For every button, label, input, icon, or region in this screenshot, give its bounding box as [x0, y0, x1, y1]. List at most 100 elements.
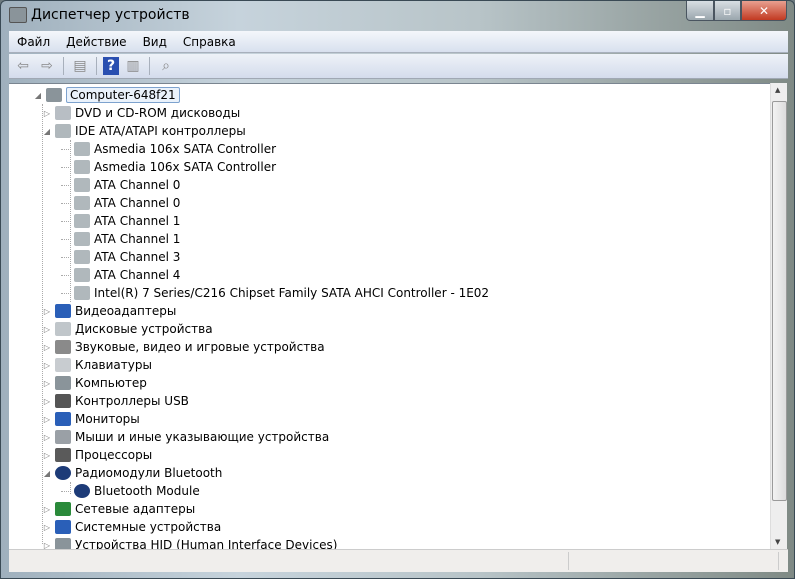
system-devices-icon	[55, 520, 71, 534]
toolbar-separator	[149, 57, 150, 75]
tree-item-label: ATA Channel 0	[94, 196, 181, 210]
speaker-icon	[55, 340, 71, 354]
tree-item-label: DVD и CD-ROM дисководы	[75, 106, 241, 120]
menu-bar: Файл Действие Вид Справка	[9, 31, 788, 53]
collapse-arrow-icon[interactable]: ◢	[42, 127, 52, 136]
tree-item[interactable]: ATA Channel 0	[61, 194, 180, 212]
menu-2[interactable]: Вид	[135, 35, 175, 49]
tree-item-label: IDE ATA/ATAPI контроллеры	[75, 124, 246, 138]
menu-3[interactable]: Справка	[175, 35, 244, 49]
bluetooth-icon	[74, 484, 90, 498]
expand-arrow-icon[interactable]: ▷	[42, 361, 52, 370]
hid-icon	[55, 538, 71, 549]
tree-item[interactable]: ◢ IDE ATA/ATAPI контроллеры	[42, 122, 246, 140]
tree-item[interactable]: ▷ Сетевые адаптеры	[42, 500, 195, 518]
minimize-button[interactable]: ▁	[686, 1, 714, 21]
device-tree: ◢ Computer-648f21 ▷ DVD и CD-ROM дисководы ◢…	[9, 83, 770, 549]
expand-arrow-icon[interactable]: ▷	[42, 505, 52, 514]
maximize-button[interactable]: ▫	[714, 1, 741, 21]
expand-arrow-icon[interactable]: ▷	[42, 109, 52, 118]
disk-drive-icon	[55, 322, 71, 336]
tree-item-label: Процессоры	[75, 448, 153, 462]
device-manager-icon	[9, 7, 27, 23]
show-action-pane-icon[interactable]: ▥	[123, 57, 143, 75]
toolbar: ⇦ ⇨ ▤? ▥ ⌕	[9, 54, 788, 79]
tree-item-label: ATA Channel 1	[94, 232, 181, 246]
tree-line	[42, 104, 43, 544]
processor-icon	[55, 448, 71, 462]
tree-item-label: Мыши и иные указывающие устройства	[75, 430, 330, 444]
collapse-arrow-icon[interactable]: ◢	[33, 91, 43, 100]
tree-item-label: Asmedia 106x SATA Controller	[94, 160, 277, 174]
tree-item[interactable]: ▷ Видеоадаптеры	[42, 302, 176, 320]
tree-item-label: ATA Channel 0	[94, 178, 181, 192]
device-manager-window: Диспетчер устройств ▁ ▫ ✕ Файл Действие Ви…	[0, 0, 795, 579]
tree-item[interactable]: Bluetooth Module	[61, 482, 200, 500]
tree-item[interactable]: ATA Channel 1	[61, 230, 180, 248]
tree-item[interactable]: ▷ Процессоры	[42, 446, 152, 464]
expand-arrow-icon[interactable]: ▷	[42, 433, 52, 442]
expand-arrow-icon[interactable]: ▷	[42, 343, 52, 352]
ide-controller-icon	[74, 142, 90, 156]
tree-item[interactable]: ATA Channel 0	[61, 176, 180, 194]
scroll-down-arrow[interactable]: ▼	[775, 538, 780, 546]
status-pane	[569, 552, 779, 570]
expand-arrow-icon[interactable]: ▷	[42, 307, 52, 316]
expand-arrow-icon[interactable]: ▷	[42, 523, 52, 532]
tree-line	[70, 482, 71, 494]
forward-icon[interactable]: ⇨	[37, 57, 57, 75]
tree-item[interactable]: ▷ Мониторы	[42, 410, 140, 428]
vertical-scrollbar[interactable]: ▲ ▼	[770, 83, 787, 549]
tree-item-label: Клавиатуры	[75, 358, 152, 372]
show-hide-console-tree-icon[interactable]: ▤	[70, 57, 90, 75]
dvd-drive-icon	[55, 106, 71, 120]
tree-item[interactable]: ▷ Звуковые, видео и игровые устройства	[42, 338, 325, 356]
expand-arrow-icon[interactable]: ▷	[42, 415, 52, 424]
close-button[interactable]: ✕	[741, 1, 787, 21]
tree-item[interactable]: ▷ Системные устройства	[42, 518, 221, 536]
tree-item-label: Мониторы	[75, 412, 140, 426]
tree-item[interactable]: ATA Channel 4	[61, 266, 180, 284]
scan-hardware-icon[interactable]: ⌕	[156, 57, 176, 75]
expand-arrow-icon[interactable]: ▷	[42, 451, 52, 460]
display-adapter-icon	[55, 304, 71, 318]
tree-item[interactable]: Intel(R) 7 Series/C216 Chipset Family SA…	[61, 284, 489, 302]
monitor-icon	[55, 412, 71, 426]
collapse-arrow-icon[interactable]: ◢	[42, 469, 52, 478]
expand-arrow-icon[interactable]: ▷	[42, 325, 52, 334]
tree-item-label: Asmedia 106x SATA Controller	[94, 142, 277, 156]
tree-item[interactable]: Asmedia 106x SATA Controller	[61, 158, 276, 176]
tree-item[interactable]: ▷ Мыши и иные указывающие устройства	[42, 428, 329, 446]
tree-item[interactable]: ▷ Устройства HID (Human Interface Devices…	[42, 536, 337, 549]
tree-item[interactable]: ▷ DVD и CD-ROM дисководы	[42, 104, 240, 122]
help-icon[interactable]: ?	[103, 57, 119, 75]
menu-0[interactable]: Файл	[9, 35, 58, 49]
tree-item[interactable]: ▷ Контроллеры USB	[42, 392, 189, 410]
ide-controller-icon	[74, 268, 90, 282]
tree-item[interactable]: ▷ Клавиатуры	[42, 356, 152, 374]
tree-item-label: Intel(R) 7 Series/C216 Chipset Family SA…	[94, 286, 490, 300]
tree-item[interactable]: Asmedia 106x SATA Controller	[61, 140, 276, 158]
tree-item[interactable]: ◢ Computer-648f21	[33, 86, 180, 104]
tree-item[interactable]: ▷ Компьютер	[42, 374, 147, 392]
tree-item[interactable]: ◢ Радиомодули Bluetooth	[42, 464, 222, 482]
ide-controller-icon	[74, 196, 90, 210]
tree-item[interactable]: ATA Channel 1	[61, 212, 180, 230]
tree-item-label: Computer-648f21	[66, 87, 180, 103]
back-icon[interactable]: ⇦	[13, 57, 33, 75]
expand-arrow-icon[interactable]: ▷	[42, 541, 52, 550]
expand-arrow-icon[interactable]: ▷	[42, 397, 52, 406]
tree-item[interactable]: ▷ Дисковые устройства	[42, 320, 213, 338]
menu-1[interactable]: Действие	[58, 35, 134, 49]
tree-item-label: ATA Channel 1	[94, 214, 181, 228]
tree-item-label: Звуковые, видео и игровые устройства	[75, 340, 325, 354]
scrollbar-thumb[interactable]	[772, 101, 787, 501]
tree-item[interactable]: ATA Channel 3	[61, 248, 180, 266]
ide-controller-icon	[74, 160, 90, 174]
usb-icon	[55, 394, 71, 408]
ide-controller-icon	[74, 250, 90, 264]
tree-item-label: Радиомодули Bluetooth	[75, 466, 223, 480]
scroll-up-arrow[interactable]: ▲	[775, 86, 780, 94]
expand-arrow-icon[interactable]: ▷	[42, 379, 52, 388]
tree-item-label: Системные устройства	[75, 520, 222, 534]
